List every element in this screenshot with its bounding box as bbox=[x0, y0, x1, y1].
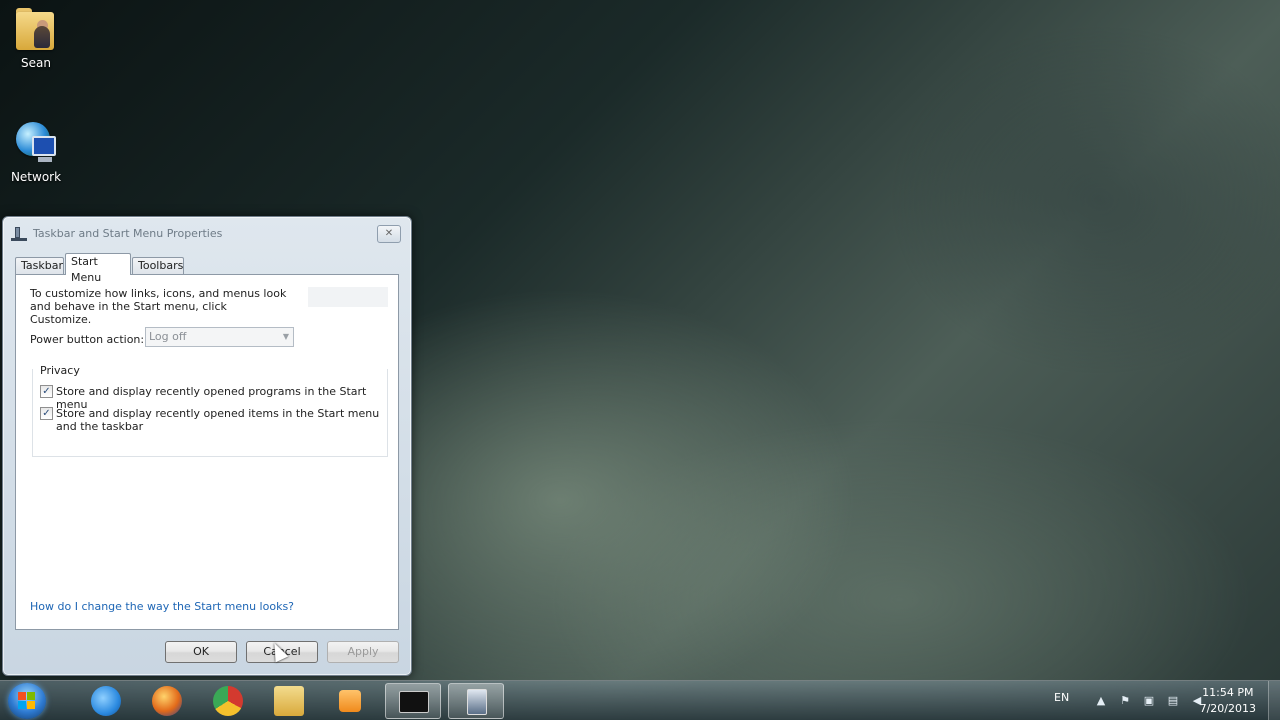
show-hidden-icons-icon[interactable]: ▲ bbox=[1094, 694, 1108, 708]
media-player-icon bbox=[339, 690, 361, 712]
clock-time: 11:54 PM bbox=[1202, 686, 1254, 699]
taskbar-internet-explorer[interactable] bbox=[78, 683, 134, 719]
close-button[interactable]: ✕ bbox=[377, 225, 401, 243]
taskbar: EN ▲ ⚑ ▣ ▤ ◀ 11:54 PM 7/20/2013 bbox=[0, 680, 1280, 720]
apply-button[interactable]: Apply bbox=[327, 641, 399, 663]
checkbox-recent-programs[interactable]: ✓ Store and display recently opened prog… bbox=[40, 385, 380, 411]
customize-description: To customize how links, icons, and menus… bbox=[30, 287, 287, 326]
dialog-titlebar[interactable]: Taskbar and Start Menu Properties ✕ bbox=[3, 217, 411, 249]
taskbar-file-explorer[interactable] bbox=[261, 683, 317, 719]
network-tray-icon[interactable]: ▤ bbox=[1166, 694, 1180, 708]
internet-explorer-icon bbox=[91, 686, 121, 716]
clock[interactable]: 11:54 PM 7/20/2013 bbox=[1200, 685, 1256, 717]
taskbar-start-menu-properties-dialog: Taskbar and Start Menu Properties ✕ Task… bbox=[2, 216, 412, 676]
action-center-flag-icon[interactable]: ⚑ bbox=[1118, 694, 1132, 708]
power-button-select[interactable]: Log off ▼ bbox=[145, 327, 294, 347]
checkbox-recent-items-label: Store and display recently opened items … bbox=[56, 407, 380, 433]
dialog-title: Taskbar and Start Menu Properties bbox=[33, 227, 223, 240]
chrome-icon bbox=[213, 686, 243, 716]
taskbar-command-prompt[interactable] bbox=[385, 683, 441, 719]
customize-button[interactable] bbox=[308, 287, 388, 307]
start-menu-panel: To customize how links, icons, and menus… bbox=[15, 274, 399, 630]
ok-button[interactable]: OK bbox=[165, 641, 237, 663]
tab-taskbar[interactable]: Taskbar bbox=[15, 257, 64, 275]
chevron-down-icon: ▼ bbox=[282, 332, 289, 341]
windows-logo-icon bbox=[18, 692, 36, 710]
firefox-icon bbox=[152, 686, 182, 716]
power-button-value: Log off bbox=[149, 330, 187, 343]
privacy-title: Privacy bbox=[38, 364, 82, 377]
power-button-label: Power button action: bbox=[30, 333, 145, 346]
taskbar-media-player[interactable] bbox=[322, 683, 378, 719]
start-button[interactable] bbox=[8, 683, 46, 719]
checkbox-recent-items[interactable]: ✓ Store and display recently opened item… bbox=[40, 407, 380, 435]
network-icon bbox=[14, 120, 58, 166]
desktop-icon-network[interactable]: Network bbox=[0, 120, 72, 184]
taskbar-properties-icon bbox=[11, 227, 27, 241]
command-prompt-icon bbox=[399, 691, 429, 713]
device-icon[interactable]: ▣ bbox=[1142, 694, 1156, 708]
tab-toolbars[interactable]: Toolbars bbox=[132, 257, 184, 275]
user-folder-icon bbox=[14, 6, 58, 52]
desktop-icon-label: Network bbox=[10, 170, 62, 184]
taskbar-properties-icon bbox=[467, 689, 487, 715]
taskbar-properties-window[interactable] bbox=[448, 683, 504, 719]
desktop-icon-label: Sean bbox=[21, 56, 51, 70]
taskbar-chrome[interactable] bbox=[200, 683, 256, 719]
desktop-icon-user-folder[interactable]: Sean bbox=[0, 6, 72, 70]
clock-date: 7/20/2013 bbox=[1199, 702, 1256, 715]
system-tray: EN ▲ ⚑ ▣ ▤ ◀ 11:54 PM 7/20/2013 bbox=[1020, 681, 1280, 720]
checkbox-recent-programs-box[interactable]: ✓ bbox=[40, 385, 53, 398]
tab-start-menu[interactable]: Start Menu bbox=[65, 253, 131, 284]
language-indicator[interactable]: EN bbox=[1054, 691, 1069, 704]
checkbox-recent-items-box[interactable]: ✓ bbox=[40, 407, 53, 420]
taskbar-firefox[interactable] bbox=[139, 683, 195, 719]
show-desktop-button[interactable] bbox=[1268, 681, 1280, 720]
file-explorer-icon bbox=[274, 686, 304, 716]
help-link[interactable]: How do I change the way the Start menu l… bbox=[30, 600, 294, 613]
